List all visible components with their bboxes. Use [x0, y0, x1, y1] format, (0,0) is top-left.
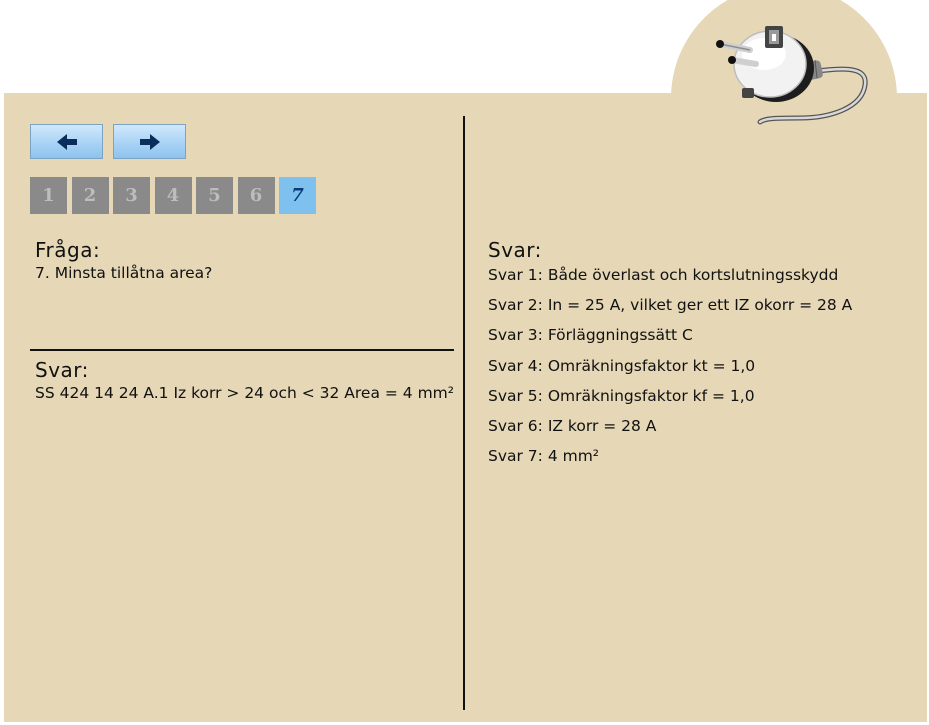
answers-summary-list: Svar 1: Både överlast och kortslutningss…	[488, 264, 852, 475]
page-button-6[interactable]: 6	[237, 177, 275, 214]
page-button-2[interactable]: 2	[71, 177, 109, 214]
answer-item-1: Svar 1: Både överlast och kortslutningss…	[488, 266, 839, 284]
answer-item-2: Svar 2: In = 25 A, vilket ger ett IZ oko…	[488, 296, 853, 315]
answers-summary-heading: Svar:	[488, 238, 542, 262]
answer-item-7: Svar 7: 4 mm²	[488, 447, 600, 466]
next-button[interactable]	[113, 124, 186, 159]
previous-button[interactable]	[30, 124, 103, 159]
divider	[30, 349, 454, 351]
answer-item-4: Svar 4: Omräkningsfaktor kt = 1,0	[488, 356, 756, 375]
page-button-1[interactable]: 1	[30, 177, 67, 214]
arrow-left-icon	[56, 133, 77, 150]
answer-text: SS 424 14 24 A.1 Iz korr > 24 och < 32 A…	[35, 384, 454, 402]
answer-item-3: Svar 3: Förläggningssätt C	[488, 326, 693, 345]
question-text: 7. Minsta tillåtna area?	[35, 264, 213, 282]
column-divider	[463, 116, 465, 710]
page-button-4[interactable]: 4	[154, 177, 192, 214]
answer-heading: Svar:	[35, 358, 89, 382]
page-button-3[interactable]: 3	[113, 177, 150, 214]
arrow-right-icon	[139, 133, 160, 150]
page-button-7[interactable]: 7	[279, 177, 316, 214]
page-button-5[interactable]: 5	[196, 177, 233, 214]
question-heading: Fråga:	[35, 238, 101, 262]
electrical-plug-icon	[716, 26, 868, 125]
answer-item-5: Svar 5: Omräkningsfaktor kf = 1,0	[488, 386, 755, 405]
answer-item-6: Svar 6: IZ korr = 28 A	[488, 416, 657, 435]
